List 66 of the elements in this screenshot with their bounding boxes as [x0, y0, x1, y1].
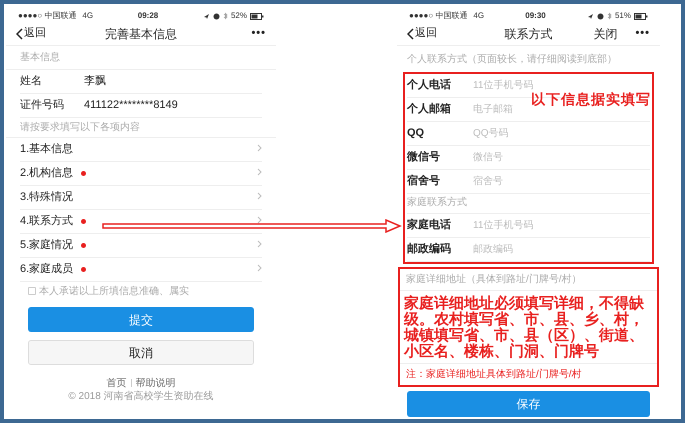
input-field[interactable]: 11位手机号码	[473, 78, 650, 93]
section-item[interactable]: 1.基本信息	[20, 141, 74, 158]
location-icon	[202, 12, 210, 20]
annotation-text: 以下信息据实填写	[531, 90, 651, 110]
field-value: 411122********8149	[84, 98, 178, 114]
chevron-left-icon	[16, 28, 23, 40]
more-button[interactable]: •••	[635, 25, 650, 42]
carrier-text: ●●●●○ 中国联通	[409, 10, 468, 22]
field-label: 姓名	[20, 74, 43, 90]
clock-text: 09:28	[138, 10, 158, 22]
field-label: 邮政编码	[407, 242, 452, 258]
section-header: 基本信息	[6, 46, 276, 70]
field-value: 李飘	[84, 74, 106, 90]
input-field[interactable]: 宿舍号	[473, 174, 650, 189]
annotation-text: 家庭详细地址必须填写详细，不得缺级。农村填写省、市、县、乡、村，城镇填写省、市、县（区）、街道、小区名、楼栋、门洞、门牌号	[402, 293, 645, 362]
bluetooth-icon	[222, 12, 228, 20]
cancel-button[interactable]: 取消	[28, 340, 254, 365]
battery-icon	[634, 12, 648, 20]
carrier-text: ●●●●○ 中国联通	[18, 10, 76, 22]
battery-text: 52%	[230, 10, 247, 22]
input-field[interactable]: 11位手机号码	[473, 218, 650, 233]
field-label: 宿舍号	[407, 174, 441, 190]
section-item[interactable]: 2.机构信息	[20, 165, 74, 182]
section-header: 个人联系方式（页面较长，请仔细阅读到底部）	[406, 52, 618, 66]
chevron-right-icon	[257, 144, 262, 152]
field-label: 家庭电话	[407, 218, 452, 234]
chevron-left-icon	[407, 28, 414, 40]
field-label: 个人电话	[407, 78, 452, 94]
chevron-right-icon	[257, 216, 262, 224]
input-field[interactable]: 邮政编码	[473, 242, 650, 257]
field-label: QQ	[407, 126, 426, 142]
back-button[interactable]: 返回	[16, 25, 46, 42]
more-button[interactable]: •••	[251, 25, 266, 42]
checkbox-label: 本人承诺以上所填信息准确、属实	[39, 284, 189, 298]
section-header: 家庭联系方式	[407, 194, 650, 214]
section-header: 家庭详细地址（具体到路址/门牌号/村）	[400, 269, 657, 291]
field-label: 微信号	[407, 150, 441, 166]
note-text: 注：家庭详细地址具体到路址/门牌号/村	[400, 363, 657, 385]
field-label: 证件号码	[20, 98, 65, 114]
section-item[interactable]: 5.家庭情况	[20, 237, 74, 254]
clock-text: 09:30	[525, 10, 546, 22]
chevron-right-icon	[257, 192, 262, 200]
nav-title: 联系方式	[504, 26, 552, 42]
nav-title: 完善基本信息	[105, 26, 177, 42]
field-label: 个人邮箱	[407, 102, 452, 118]
footer-link[interactable]: 帮助说明	[136, 376, 176, 390]
location-icon	[586, 12, 594, 20]
section-item[interactable]: 6.家庭成员	[20, 261, 74, 278]
copyright-text: © 2018 河南省高校学生资助在线	[67, 390, 215, 402]
footer-link[interactable]: 首页	[106, 376, 126, 390]
close-button[interactable]: 关闭	[593, 24, 618, 42]
bluetooth-icon	[606, 12, 612, 20]
chevron-right-icon	[257, 168, 262, 176]
input-field[interactable]: QQ号码	[473, 126, 650, 141]
section-header: 请按要求填写以下各项内容	[6, 118, 276, 138]
network-text: 4G	[473, 10, 484, 22]
battery-text: 51%	[614, 10, 631, 22]
section-item[interactable]: 3.特殊情况	[20, 189, 74, 206]
battery-icon	[250, 12, 264, 20]
back-button[interactable]: 返回	[407, 25, 437, 42]
chevron-right-icon	[257, 264, 262, 272]
section-item[interactable]: 4.联系方式	[20, 213, 74, 230]
network-text: 4G	[82, 10, 94, 22]
chevron-right-icon	[257, 240, 262, 248]
input-field[interactable]: 微信号	[473, 150, 650, 165]
checkbox[interactable]	[28, 287, 36, 295]
